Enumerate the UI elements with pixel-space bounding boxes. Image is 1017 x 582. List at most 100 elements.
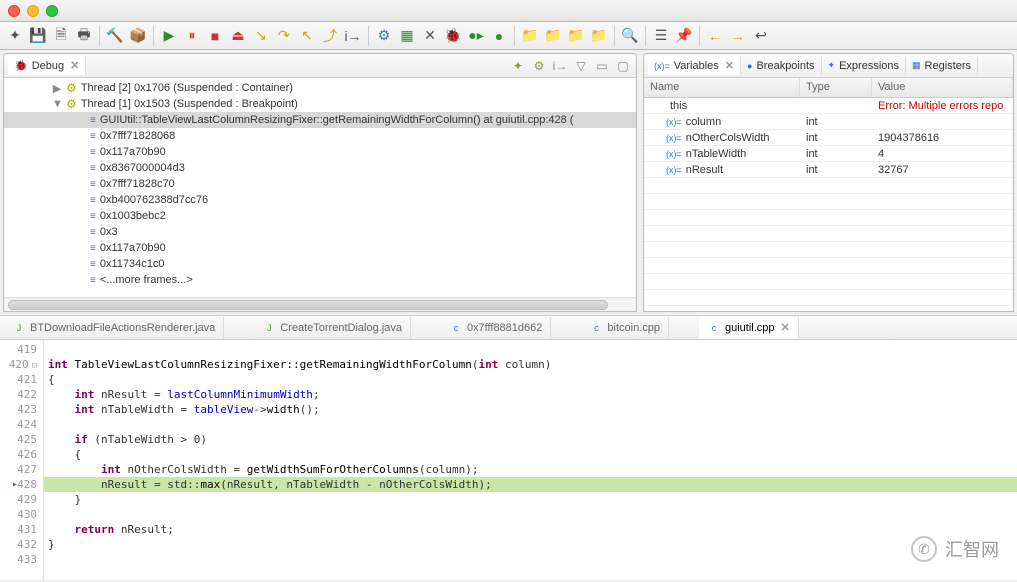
run-last-icon[interactable]: ● [488,25,510,47]
code-line[interactable]: return nResult; [44,522,1017,537]
thread-row[interactable]: ▼⚙Thread [1] 0x1503 (Suspended : Breakpo… [4,96,636,112]
suspend-icon[interactable]: ⏸ [181,25,203,47]
tab-expressions[interactable]: ✦Expressions [822,57,906,75]
variable-row[interactable]: (x)=nResultint32767 [644,162,1013,178]
code-line[interactable] [44,342,1017,357]
stack-frame-row[interactable]: ≡<...more frames...> [4,272,636,288]
step-into-icon[interactable]: ↘ [250,25,272,47]
back-icon[interactable]: ← [704,25,726,47]
column-value[interactable]: Value [872,78,1013,97]
folder2-icon[interactable]: 📁 [542,25,564,47]
code-line[interactable]: } [44,492,1017,507]
bug-icon[interactable]: 🐞 [442,25,464,47]
maximize-icon[interactable]: ▢ [614,57,632,75]
code-line[interactable]: } [44,537,1017,552]
pin-icon[interactable]: 📌 [673,25,695,47]
stack-frame-row[interactable]: ≡GUIUtil::TableViewLastColumnResizingFix… [4,112,636,128]
disconnect-icon[interactable]: ⏏ [227,25,249,47]
minimize-traffic-light[interactable] [27,5,39,17]
line-number[interactable]: 420 [0,357,43,372]
resume-icon[interactable]: ▶ [158,25,180,47]
minimize-icon[interactable]: ▭ [593,57,611,75]
editor-tab[interactable]: cguiutil.cpp✕ [699,317,799,339]
code-line[interactable]: int TableViewLastColumnResizingFixer::ge… [44,357,1017,372]
debug-action2-icon[interactable]: ⚙ [530,57,548,75]
code-line[interactable] [44,552,1017,567]
stack-frame-row[interactable]: ≡0x7fff71828068 [4,128,636,144]
tab-breakpoints[interactable]: ●Breakpoints [741,57,822,75]
stack-frame-row[interactable]: ≡0x8367000004d3 [4,160,636,176]
line-gutter[interactable]: 4194204214224234244254264274284294304314… [0,340,44,580]
search-icon[interactable]: 🔍 [619,25,641,47]
stack-frame-row[interactable]: ≡0x11734c1c0 [4,256,636,272]
line-number[interactable]: 419 [0,342,43,357]
code-content[interactable]: int TableViewLastColumnResizingFixer::ge… [44,340,1017,580]
variable-row[interactable]: (x)=nOtherColsWidthint1904378616 [644,130,1013,146]
line-number[interactable]: 422 [0,387,43,402]
instruction-step-icon[interactable]: i→ [342,25,364,47]
line-number[interactable]: 425 [0,432,43,447]
line-number[interactable]: 430 [0,507,43,522]
line-number[interactable]: 429 [0,492,43,507]
variables-icon[interactable]: ✕ [419,25,441,47]
line-number[interactable]: 427 [0,462,43,477]
variables-table[interactable]: thisError: Multiple errors repo(x)=colum… [644,98,1013,311]
code-line[interactable]: int nResult = lastColumnMinimumWidth; [44,387,1017,402]
close-icon[interactable]: ✕ [725,59,734,72]
editor-tab[interactable]: JCreateTorrentDialog.java [254,317,411,339]
stack-frame-row[interactable]: ≡0x3 [4,224,636,240]
debug-tab[interactable]: 🐞 Debug ✕ [8,56,86,75]
drop-frame-icon[interactable]: ⤴ [319,25,341,47]
line-number[interactable]: 433 [0,552,43,567]
variable-row[interactable]: (x)=columnint [644,114,1013,130]
line-number[interactable]: 431 [0,522,43,537]
folder-icon[interactable]: 📁 [519,25,541,47]
step-over-icon[interactable]: ↷ [273,25,295,47]
stack-frame-row[interactable]: ≡0x7fff71828c70 [4,176,636,192]
step-return-icon[interactable]: ↖ [296,25,318,47]
code-line[interactable] [44,417,1017,432]
expressions-icon[interactable]: ▦ [396,25,418,47]
folder4-icon[interactable]: 📁 [588,25,610,47]
stack-frame-row[interactable]: ≡0x117a70b90 [4,240,636,256]
code-line[interactable]: { [44,447,1017,462]
stack-frame-row[interactable]: ≡0x117a70b90 [4,144,636,160]
line-number[interactable]: 426 [0,447,43,462]
line-number[interactable]: 428 [0,477,43,492]
step-mode-icon[interactable]: i→ [551,57,569,75]
line-number[interactable]: 424 [0,417,43,432]
debug-action-icon[interactable]: ✦ [509,57,527,75]
terminate-icon[interactable]: ■ [204,25,226,47]
column-name[interactable]: Name [644,78,800,97]
column-type[interactable]: Type [800,78,872,97]
forward-icon[interactable]: → [727,25,749,47]
tab-registers[interactable]: ▦Registers [906,57,978,75]
code-editor[interactable]: 4194204214224234244254264274284294304314… [0,340,1017,580]
close-icon[interactable]: ✕ [781,321,790,334]
filter-icon[interactable]: ⚙ [373,25,395,47]
code-line[interactable] [44,507,1017,522]
line-number[interactable]: 421 [0,372,43,387]
line-number[interactable]: 423 [0,402,43,417]
last-edit-icon[interactable]: ↩ [750,25,772,47]
horizontal-scrollbar[interactable] [4,297,636,311]
close-icon[interactable]: ✕ [70,59,79,72]
new-icon[interactable]: ✦ [4,25,26,47]
code-line[interactable]: int nOtherColsWidth = getWidthSumForOthe… [44,462,1017,477]
editor-tab[interactable]: cbitcoin.cpp [581,317,669,339]
zoom-traffic-light[interactable] [46,5,58,17]
variable-row[interactable]: (x)=nTableWidthint4 [644,146,1013,162]
folder3-icon[interactable]: 📁 [565,25,587,47]
stack-frame-row[interactable]: ≡0x1003bebc2 [4,208,636,224]
box-icon[interactable]: 📦 [127,25,149,47]
save-icon[interactable]: 💾 [27,25,49,47]
print-icon[interactable]: 🖶 [73,25,95,47]
code-line[interactable]: nResult = std::max(nResult, nTableWidth … [44,477,1017,492]
code-line[interactable]: { [44,372,1017,387]
outline-icon[interactable]: ☰ [650,25,672,47]
editor-tab[interactable]: JBTDownloadFileActionsRenderer.java [4,317,224,339]
tab-variables[interactable]: (x)=Variables✕ [648,56,741,75]
thread-row[interactable]: ▶⚙Thread [2] 0x1706 (Suspended : Contain… [4,80,636,96]
debug-stack-tree[interactable]: ▶⚙Thread [2] 0x1706 (Suspended : Contain… [4,78,636,297]
line-number[interactable]: 432 [0,537,43,552]
